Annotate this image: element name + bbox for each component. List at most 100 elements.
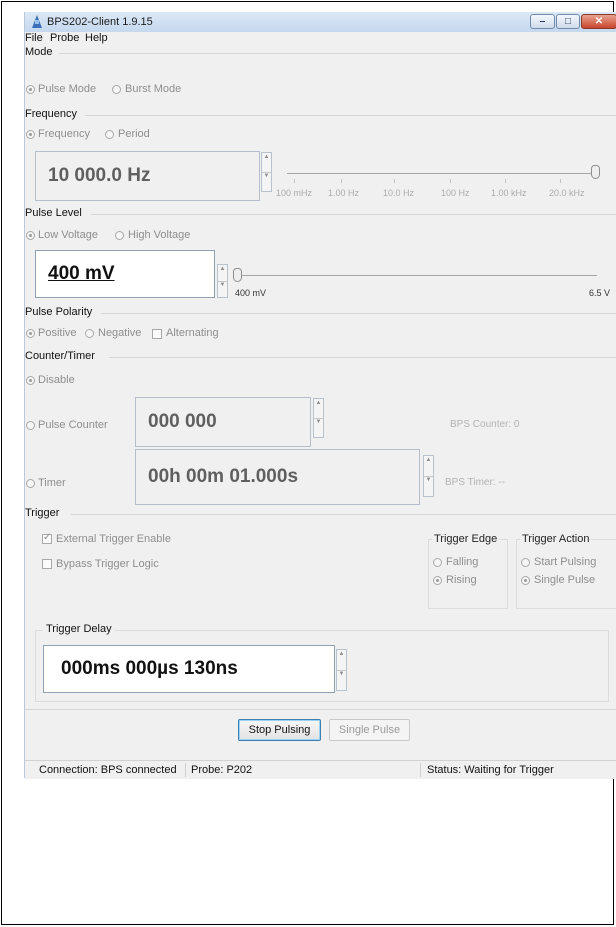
timer-radio[interactable] xyxy=(26,479,35,488)
disable-radio[interactable] xyxy=(26,376,35,385)
spinner-up-icon[interactable]: ▲ xyxy=(262,153,271,173)
menu-probe[interactable]: Probe xyxy=(50,32,79,44)
external-trigger-checkbox[interactable] xyxy=(42,532,52,544)
alternating-checkbox[interactable] xyxy=(152,329,162,339)
trigger-delay-title: Trigger Delay xyxy=(43,623,115,635)
timer-label: Timer xyxy=(38,477,66,489)
status-divider xyxy=(185,763,186,777)
frequency-tick xyxy=(505,179,506,183)
low-voltage-label: Low Voltage xyxy=(38,229,98,241)
bypass-trigger-checkbox[interactable] xyxy=(42,559,52,569)
spinner-down-icon[interactable]: ▼ xyxy=(262,172,271,191)
frequency-value: 10 000.0 Hz xyxy=(48,165,151,186)
pulse-level-max-label: 6.5 V xyxy=(589,288,611,298)
high-voltage-radio[interactable] xyxy=(115,231,124,240)
frequency-radio-label: Frequency xyxy=(38,128,90,140)
spinner-up-icon[interactable]: ▲ xyxy=(337,650,346,671)
frequency-section-title: Frequency xyxy=(25,108,77,120)
alternating-label: Alternating xyxy=(166,327,219,339)
app-icon xyxy=(32,15,42,28)
single-pulse-radio[interactable] xyxy=(521,576,530,585)
mode-rule xyxy=(59,53,616,54)
spinner-up-icon[interactable]: ▲ xyxy=(314,399,323,419)
frequency-slider-thumb[interactable] xyxy=(591,165,600,179)
falling-label: Falling xyxy=(446,556,479,568)
mode-section-title: Mode xyxy=(25,46,53,58)
menu-bar: File Probe Help xyxy=(25,31,616,46)
pulse-level-value: 400 mV xyxy=(48,263,115,284)
bypass-trigger-label: Bypass Trigger Logic xyxy=(56,558,159,570)
polarity-rule xyxy=(101,313,616,314)
close-icon: ✕ xyxy=(594,16,604,27)
negative-label: Negative xyxy=(98,327,142,339)
frequency-slider-track[interactable] xyxy=(287,173,595,174)
trigger-status: Status: Waiting for Trigger xyxy=(427,764,554,776)
falling-radio[interactable] xyxy=(433,558,442,567)
pulse-mode-label: Pulse Mode xyxy=(38,83,97,95)
frequency-rule xyxy=(85,115,616,116)
status-divider xyxy=(420,763,421,777)
pulse-level-section-title: Pulse Level xyxy=(25,207,82,219)
frequency-tick xyxy=(450,179,451,183)
negative-radio[interactable] xyxy=(85,329,94,338)
trigger-delay-spinner[interactable]: ▲ ▼ xyxy=(336,649,347,691)
menu-help[interactable]: Help xyxy=(85,32,108,44)
frequency-tick-label: 100 mHz xyxy=(276,188,313,198)
pulse-counter-spinner[interactable]: ▲ ▼ xyxy=(313,398,324,438)
trigger-delay-field[interactable]: 000ms 000µs 130ns xyxy=(43,645,335,693)
frequency-radio[interactable] xyxy=(26,130,35,139)
period-radio[interactable] xyxy=(105,130,114,139)
frequency-tick xyxy=(341,179,342,183)
pulse-level-spinner[interactable]: ▲ ▼ xyxy=(217,264,228,298)
stop-pulsing-button[interactable]: Stop Pulsing xyxy=(238,719,321,741)
burst-mode-radio[interactable] xyxy=(112,85,121,94)
trigger-section-title: Trigger xyxy=(25,507,60,519)
connection-status: Connection: BPS connected xyxy=(39,764,177,776)
status-bar: Connection: BPS connected Probe: P202 St… xyxy=(25,760,616,779)
frequency-tick xyxy=(560,179,561,183)
spinner-down-icon[interactable]: ▼ xyxy=(424,476,433,496)
positive-radio[interactable] xyxy=(26,329,35,338)
single-pulse-button[interactable]: Single Pulse xyxy=(329,719,410,741)
pulse-level-rule xyxy=(91,214,616,215)
pulse-counter-field[interactable]: 000 000 xyxy=(135,397,311,447)
rising-radio[interactable] xyxy=(433,576,442,585)
pulse-level-field[interactable]: 400 mV xyxy=(35,250,215,298)
pulse-counter-radio[interactable] xyxy=(26,421,35,430)
pulse-mode-radio[interactable] xyxy=(26,85,35,94)
frequency-tick-label: 1.00 kHz xyxy=(491,188,527,198)
trigger-action-title: Trigger Action xyxy=(520,533,592,545)
window-title: BPS202-Client 1.9.15 xyxy=(47,16,153,28)
app-window: BPS202-Client 1.9.15 – □ ✕ File Probe He… xyxy=(24,12,616,779)
spinner-up-icon[interactable]: ▲ xyxy=(218,265,227,282)
low-voltage-radio[interactable] xyxy=(26,231,35,240)
pulse-counter-label: Pulse Counter xyxy=(38,419,108,431)
trigger-edge-title: Trigger Edge xyxy=(432,533,500,545)
spinner-down-icon[interactable]: ▼ xyxy=(337,670,346,690)
pulse-level-slider-track[interactable] xyxy=(237,275,597,276)
spinner-down-icon[interactable]: ▼ xyxy=(218,281,227,297)
bps-counter-status: BPS Counter: 0 xyxy=(450,419,520,430)
menu-file[interactable]: File xyxy=(25,32,43,44)
polarity-section-title: Pulse Polarity xyxy=(25,306,93,318)
burst-mode-label: Burst Mode xyxy=(125,83,182,95)
title-bar[interactable]: BPS202-Client 1.9.15 – □ ✕ xyxy=(25,12,616,32)
rising-label: Rising xyxy=(446,574,477,586)
start-pulsing-radio[interactable] xyxy=(521,558,530,567)
timer-field[interactable]: 00h 00m 01.000s xyxy=(135,449,420,505)
bottom-rule xyxy=(25,709,616,710)
frequency-field[interactable]: 10 000.0 Hz xyxy=(35,151,260,201)
spinner-down-icon[interactable]: ▼ xyxy=(314,418,323,437)
high-voltage-label: High Voltage xyxy=(128,229,191,241)
timer-spinner[interactable]: ▲ ▼ xyxy=(423,455,434,497)
maximize-button[interactable]: □ xyxy=(556,14,580,29)
counter-rule xyxy=(109,357,616,358)
single-pulse-radio-label: Single Pulse xyxy=(534,574,596,586)
spinner-up-icon[interactable]: ▲ xyxy=(424,456,433,477)
frequency-spinner[interactable]: ▲ ▼ xyxy=(261,152,272,192)
frequency-tick-label: 20.0 kHz xyxy=(549,188,585,198)
pulse-level-slider-thumb[interactable] xyxy=(233,268,242,282)
pulse-counter-value: 000 000 xyxy=(148,411,217,432)
close-button[interactable]: ✕ xyxy=(581,14,616,29)
minimize-button[interactable]: – xyxy=(530,14,555,29)
